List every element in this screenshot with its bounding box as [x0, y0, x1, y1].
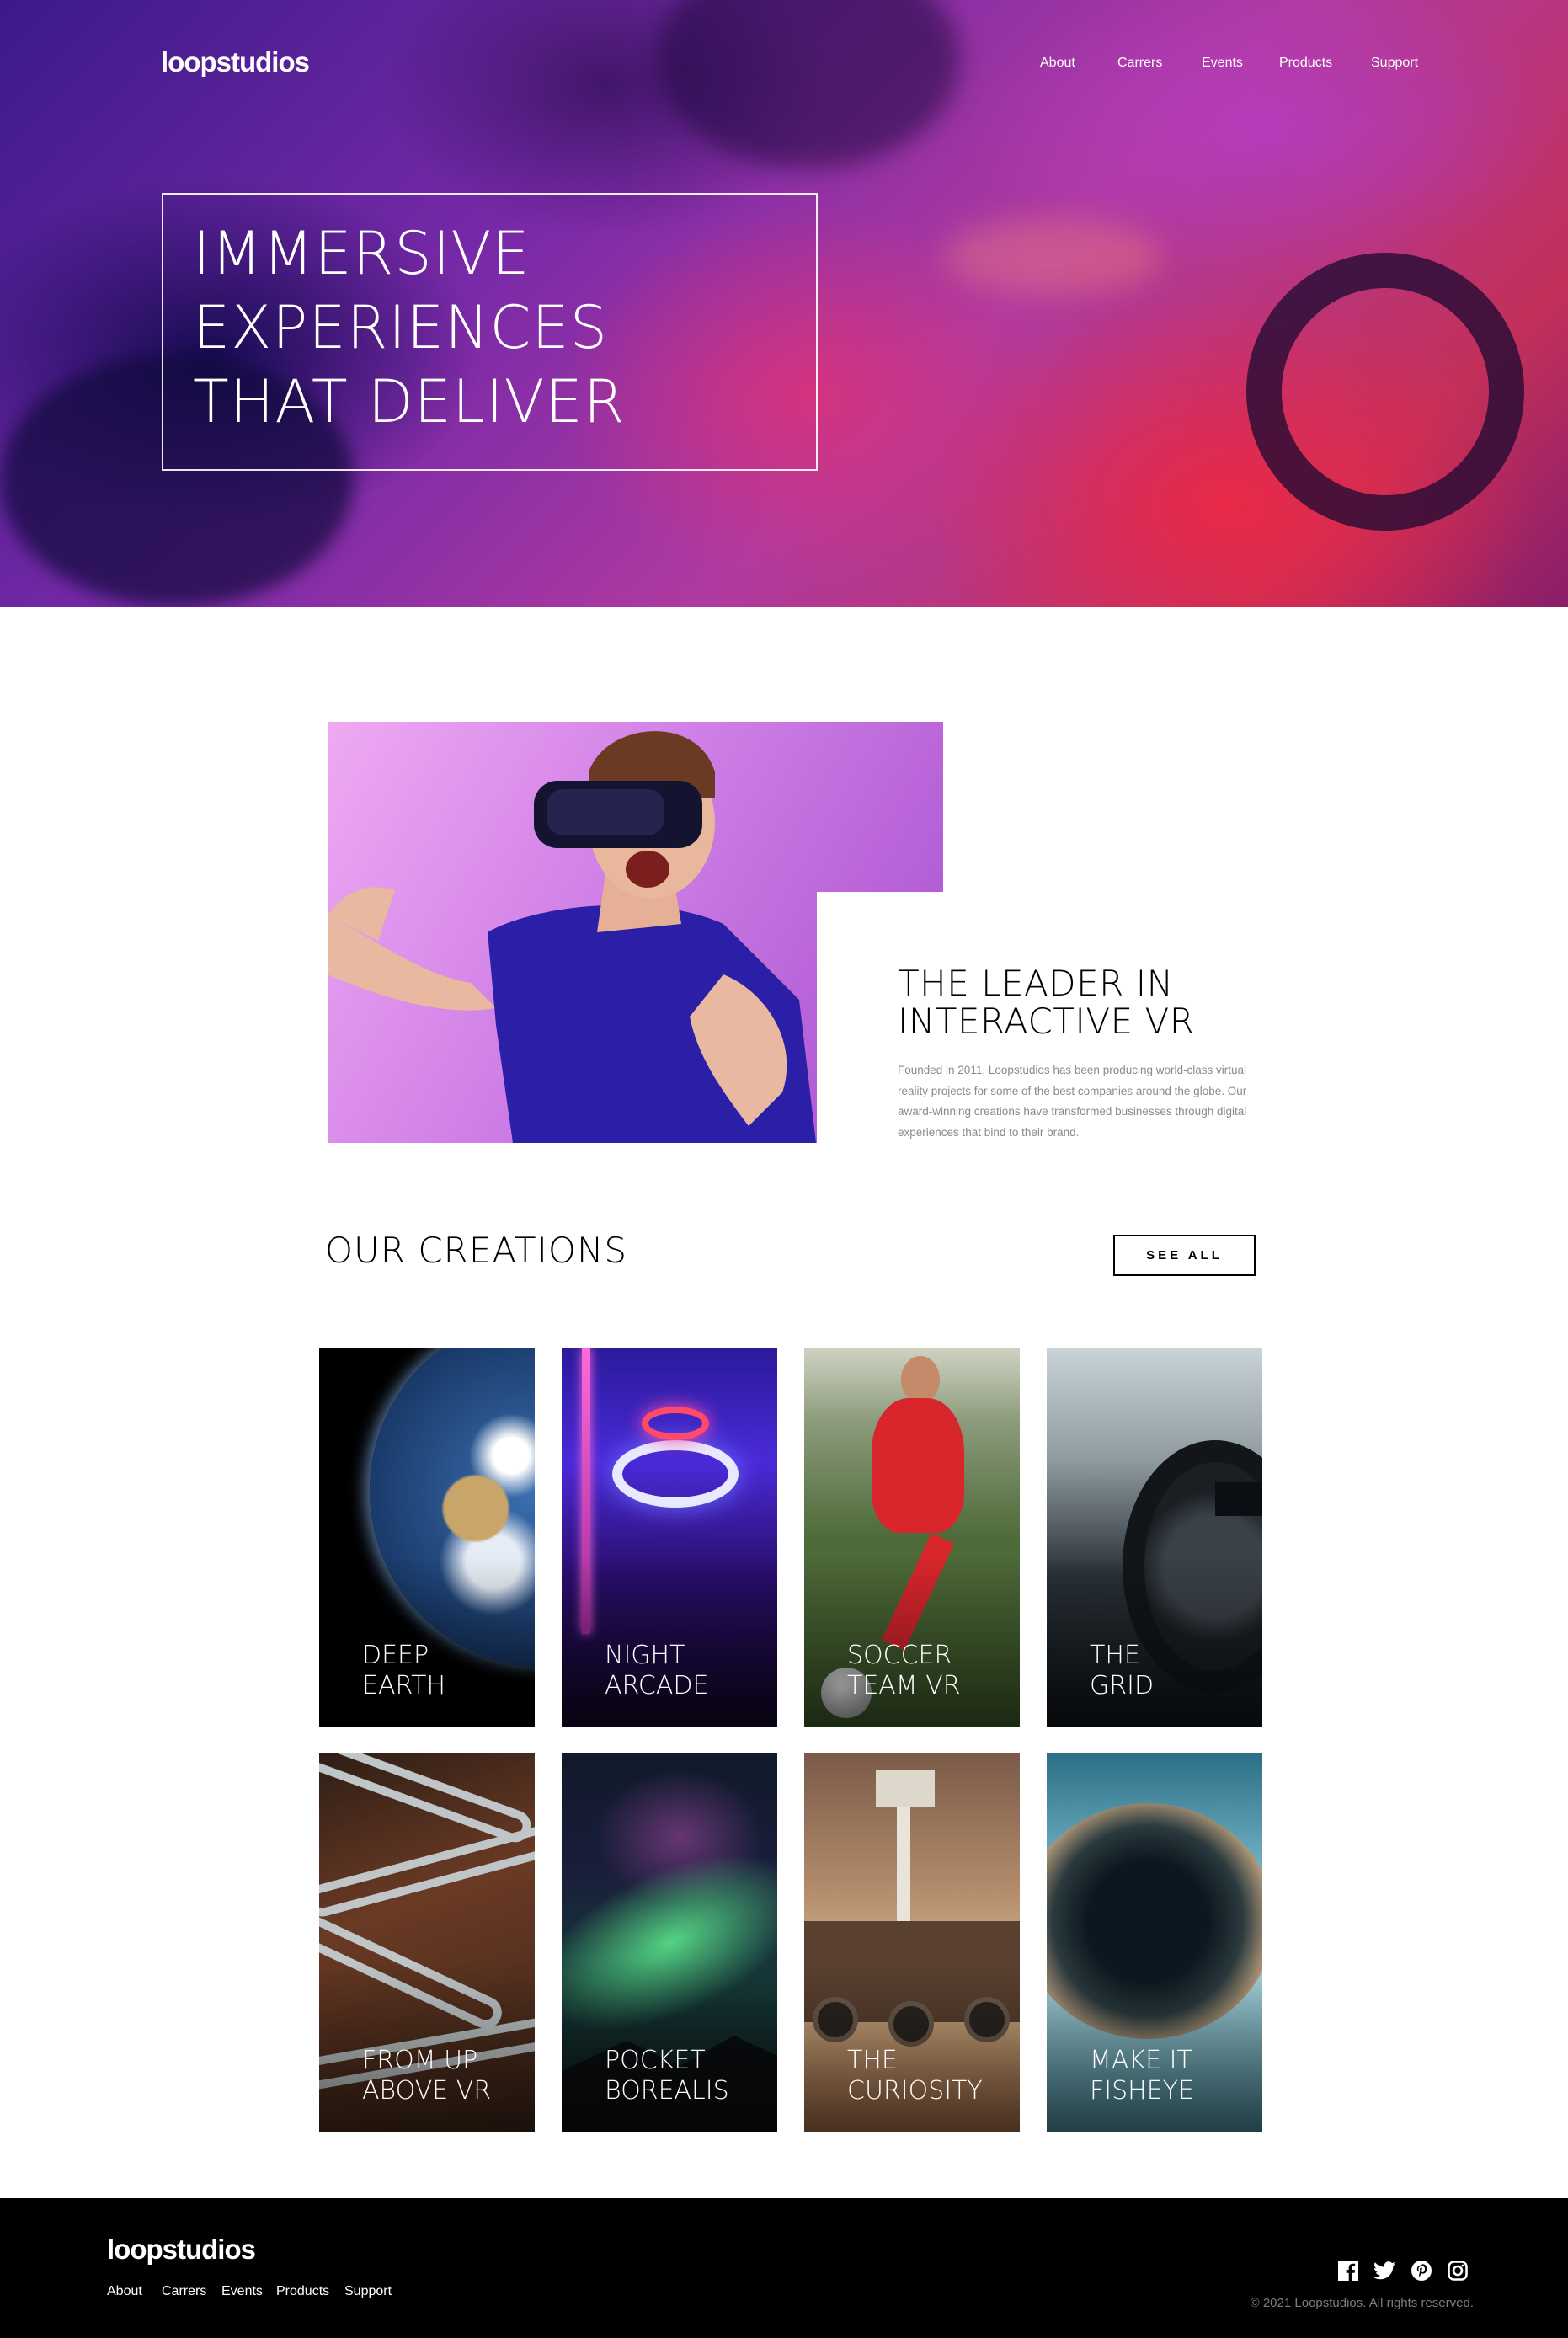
footer-nav-item-support[interactable]: Support [344, 2284, 392, 2299]
hero-section: loopstudios About Carrers Events Product… [0, 0, 1568, 607]
hero-title-line: THAT DELIVER [193, 367, 626, 436]
creation-card-the-grid[interactable]: THE GRID [1047, 1348, 1262, 1727]
card-title-line: FISHEYE [1090, 2076, 1194, 2106]
footer-nav-item-products[interactable]: Products [276, 2284, 329, 2299]
header-nav: About Carrers Events Products Support [0, 56, 1568, 76]
nav-item-support[interactable]: Support [1371, 56, 1418, 71]
creation-card-title: SOCCER TEAM VR [847, 1641, 1016, 1701]
creation-card-title: THE CURIOSITY [847, 2046, 1016, 2106]
creation-card-title: THE GRID [1090, 1641, 1258, 1701]
creation-card-soccer-team-vr[interactable]: SOCCER TEAM VR [804, 1348, 1020, 1727]
card-title-line: SOCCER [847, 1641, 952, 1670]
footer: loopstudios About Carrers Events Product… [0, 2198, 1568, 2338]
card-title-line: POCKET [605, 2046, 706, 2075]
creation-card-title: NIGHT ARCADE [605, 1641, 773, 1701]
leader-title: THE LEADER IN INTERACTIVE VR [898, 964, 1260, 1040]
leader-description: Founded in 2011, Loopstudios has been pr… [898, 1064, 1247, 1139]
hero-photo-shape [657, 0, 960, 168]
card-title-line: THE [847, 2046, 898, 2075]
copyright-text: © 2021 Loopstudios. All rights reserved. [1250, 2296, 1474, 2310]
creation-card-deep-earth[interactable]: DEEP EARTH [319, 1348, 535, 1727]
twitter-icon[interactable] [1373, 2260, 1395, 2282]
card-title-line: TEAM VR [847, 1671, 961, 1700]
creations-title: OUR CREATIONS [325, 1230, 628, 1271]
nav-item-products[interactable]: Products [1279, 56, 1332, 71]
see-all-button[interactable]: SEE ALL [1113, 1235, 1256, 1276]
footer-nav-item-carrers[interactable]: Carrers [162, 2284, 206, 2299]
card-title-line: ABOVE VR [362, 2076, 492, 2106]
nav-item-about[interactable]: About [1040, 56, 1075, 71]
footer-nav-item-events[interactable]: Events [221, 2284, 263, 2299]
creation-card-from-up-above-vr[interactable]: FROM UP ABOVE VR [319, 1753, 535, 2132]
hero-title: IMMERSIVE EXPERIENCES THAT DELIVER [193, 216, 799, 439]
hero-headline-box: IMMERSIVE EXPERIENCES THAT DELIVER [162, 193, 818, 471]
facebook-icon[interactable] [1337, 2260, 1359, 2282]
creation-card-pocket-borealis[interactable]: POCKET BOREALIS [562, 1753, 777, 2132]
nav-item-carrers[interactable]: Carrers [1117, 56, 1162, 71]
card-title-line: THE [1090, 1641, 1140, 1670]
creation-card-title: MAKE IT FISHEYE [1090, 2046, 1258, 2106]
leader-title-line: INTERACTIVE VR [898, 1001, 1195, 1042]
creation-card-title: FROM UP ABOVE VR [362, 2046, 531, 2106]
creation-card-make-it-fisheye[interactable]: MAKE IT FISHEYE [1047, 1753, 1262, 2132]
leader-card: THE LEADER IN INTERACTIVE VR Founded in … [898, 964, 1260, 1143]
footer-logo[interactable]: loopstudios [107, 2234, 256, 2266]
pinterest-icon[interactable] [1411, 2260, 1432, 2282]
footer-nav-item-about[interactable]: About [107, 2284, 142, 2299]
instagram-icon[interactable] [1447, 2260, 1469, 2282]
card-title-line: DEEP [362, 1641, 429, 1670]
hero-title-line: EXPERIENCES [193, 293, 609, 362]
creation-card-title: DEEP EARTH [362, 1641, 531, 1701]
card-title-line: FROM UP [362, 2046, 478, 2075]
creation-card-title: POCKET BOREALIS [605, 2046, 773, 2106]
nav-item-events[interactable]: Events [1202, 56, 1243, 71]
card-title-line: NIGHT [605, 1641, 685, 1670]
card-title-line: ARCADE [605, 1671, 709, 1700]
leader-title-line: THE LEADER IN [898, 963, 1174, 1004]
card-title-line: GRID [1090, 1671, 1155, 1700]
card-title-line: BOREALIS [605, 2076, 729, 2106]
card-title-line: CURIOSITY [847, 2076, 983, 2106]
hero-title-line: IMMERSIVE [193, 219, 531, 288]
creation-card-night-arcade[interactable]: NIGHT ARCADE [562, 1348, 777, 1727]
steering-wheel-shape [1207, 213, 1564, 570]
card-title-line: EARTH [362, 1671, 446, 1700]
creation-card-the-curiosity[interactable]: THE CURIOSITY [804, 1753, 1020, 2132]
card-title-line: MAKE IT [1090, 2046, 1192, 2075]
hero-photo-shape [943, 219, 1162, 295]
